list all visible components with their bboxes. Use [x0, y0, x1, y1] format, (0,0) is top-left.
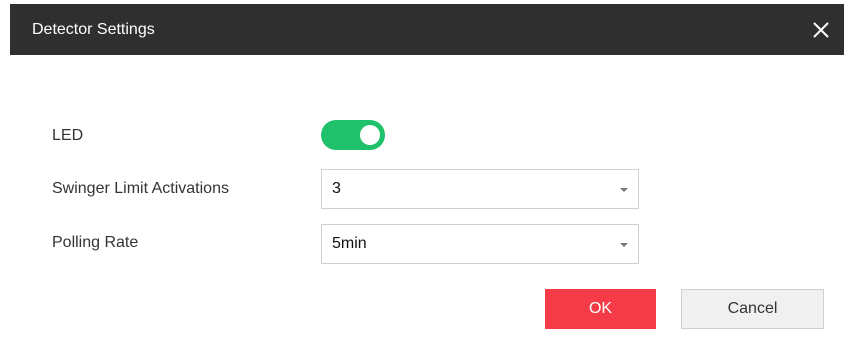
led-label: LED: [52, 127, 84, 144]
swinger-limit-select[interactable]: 3: [321, 169, 639, 209]
swinger-limit-value: 3: [332, 180, 341, 197]
chevron-down-icon: [620, 188, 628, 192]
polling-rate-select[interactable]: 5min: [321, 224, 639, 264]
cancel-button[interactable]: Cancel: [681, 289, 824, 329]
polling-rate-label: Polling Rate: [52, 234, 139, 251]
swinger-limit-label: Swinger Limit Activations: [52, 180, 229, 197]
close-icon[interactable]: [808, 17, 834, 43]
detector-settings-dialog: Detector Settings LED Swinger Limit Acti…: [0, 0, 844, 353]
dialog-title: Detector Settings: [32, 21, 155, 38]
polling-rate-value: 5min: [332, 235, 367, 252]
dialog-header: Detector Settings: [10, 4, 844, 55]
toggle-knob: [360, 125, 380, 145]
led-toggle[interactable]: [321, 120, 385, 150]
ok-button[interactable]: OK: [545, 289, 656, 329]
chevron-down-icon: [620, 243, 628, 247]
